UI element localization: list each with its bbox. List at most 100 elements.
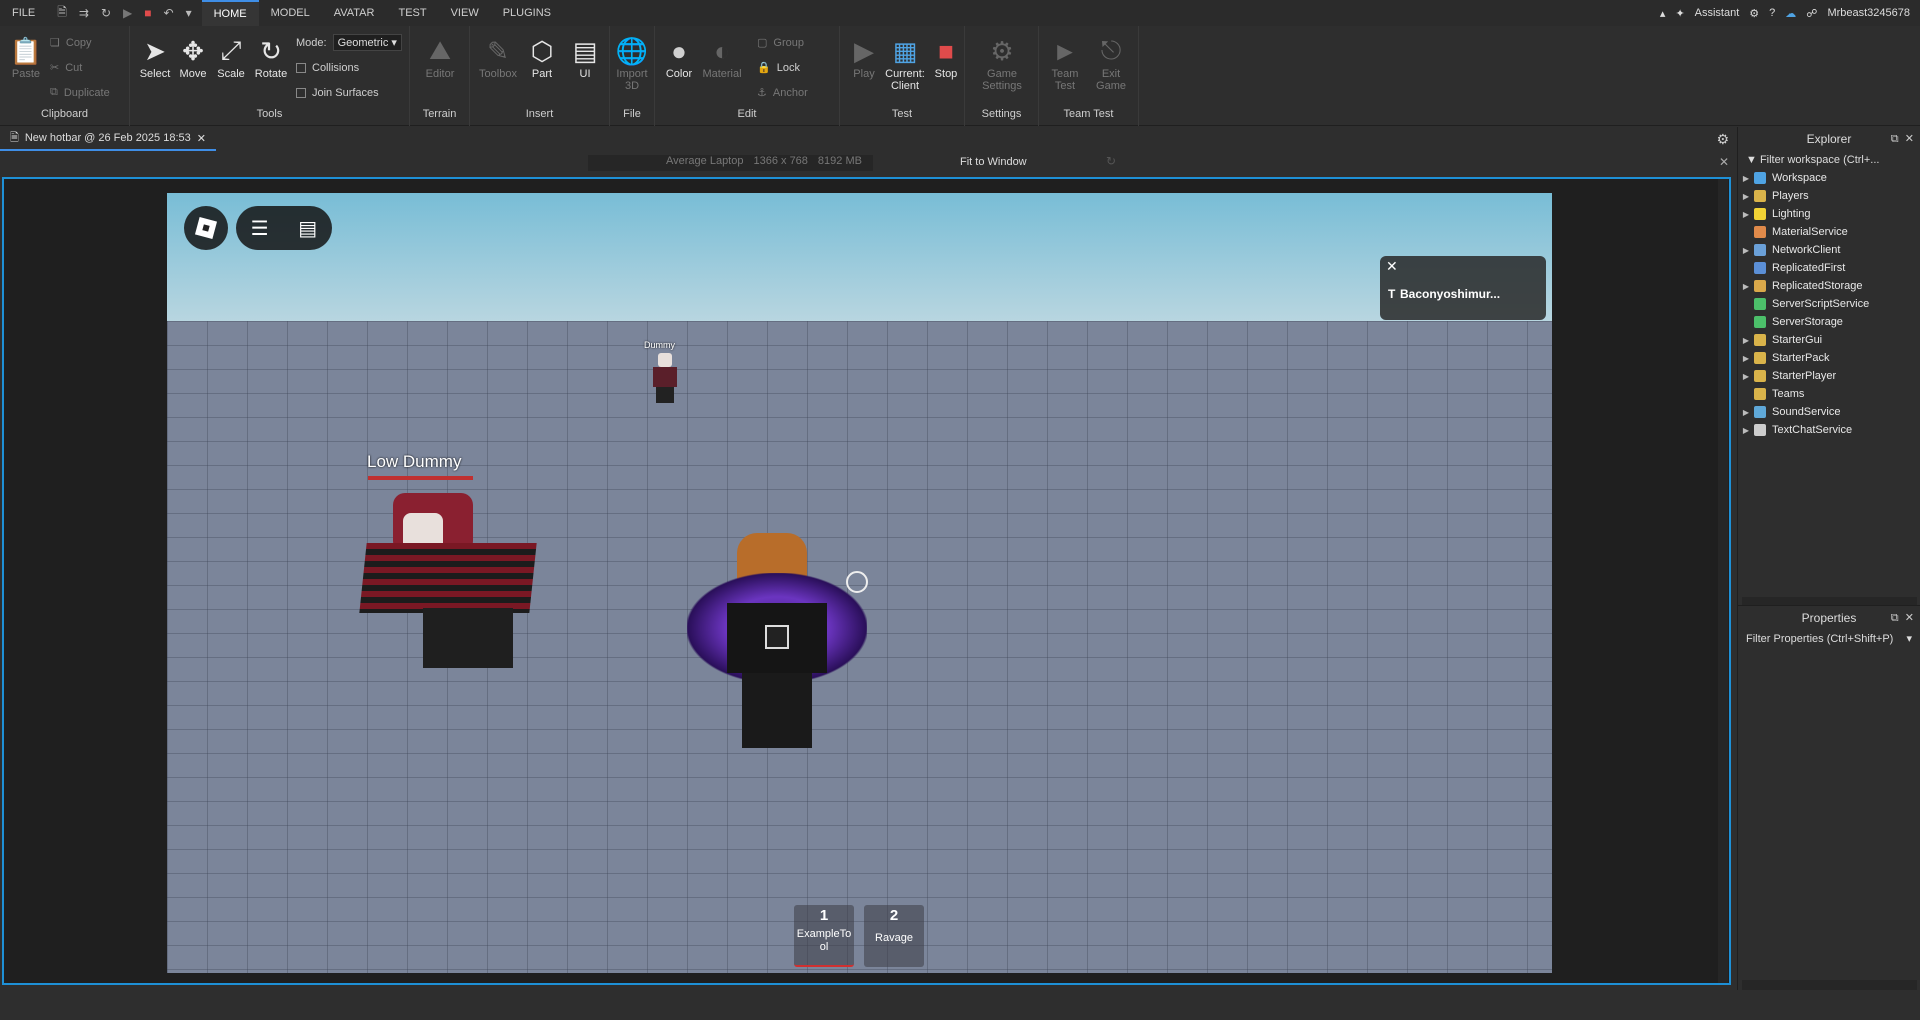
roblox-menu-button[interactable]	[184, 206, 228, 250]
undo-icon[interactable]: ↶	[164, 6, 174, 20]
expand-arrow-icon[interactable]: ▶	[1738, 282, 1754, 291]
join-surfaces-checkbox[interactable]	[296, 88, 306, 98]
import-3d-button[interactable]: 🌐 Import 3D	[610, 34, 654, 93]
document-tab[interactable]: 🗎 New hotbar @ 26 Feb 2025 18:53 ✕	[0, 127, 216, 151]
cut-button[interactable]: ✂ Cut	[50, 61, 82, 75]
explorer-item-lighting[interactable]: ▶ Lighting	[1738, 205, 1920, 223]
collisions-toggle[interactable]: Collisions	[296, 62, 359, 74]
viewport-scrollbar[interactable]	[1718, 179, 1728, 983]
expand-arrow-icon[interactable]: ▶	[1738, 174, 1754, 183]
rotate-device-icon[interactable]: ↻	[1106, 154, 1116, 168]
stop-icon[interactable]: ■	[144, 6, 151, 20]
expand-arrow-icon[interactable]: ▶	[1738, 246, 1754, 255]
material-button[interactable]: ◐ Material	[700, 34, 744, 81]
toast-close-icon[interactable]: ✕	[1386, 258, 1398, 275]
undock-icon[interactable]: ⧉	[1891, 612, 1899, 624]
tab-avatar[interactable]: AVATAR	[322, 0, 387, 26]
rotate-button[interactable]: ↻ Rotate	[249, 34, 293, 81]
expand-arrow-icon[interactable]: ▶	[1738, 192, 1754, 201]
explorer-item-replicatedfirst[interactable]: ReplicatedFirst	[1738, 259, 1920, 277]
bell-icon[interactable]: ⚙	[1749, 7, 1759, 20]
game-settings-button[interactable]: ⚙ Game Settings	[980, 34, 1024, 93]
sky	[167, 193, 1552, 323]
properties-filter-input[interactable]: Filter Properties (Ctrl+Shift+P) ▾	[1738, 630, 1920, 648]
close-icon[interactable]: ✕	[1905, 612, 1914, 624]
tab-model[interactable]: MODEL	[259, 0, 322, 26]
file-menu[interactable]: FILE	[0, 0, 47, 26]
properties-hscrollbar[interactable]	[1742, 980, 1917, 990]
close-icon[interactable]: ✕	[197, 132, 206, 145]
cloud-icon[interactable]: ☁	[1785, 7, 1796, 20]
tab-test[interactable]: TEST	[386, 0, 438, 26]
redo-icon[interactable]: ↻	[101, 6, 111, 20]
terrain-editor-button[interactable]: ⛰ Editor	[418, 34, 462, 80]
expand-arrow-icon[interactable]: ▶	[1738, 408, 1754, 417]
hamburger-menu-icon[interactable]: ☰	[251, 216, 269, 241]
explorer-item-serverscriptservice[interactable]: ServerScriptService	[1738, 295, 1920, 313]
settings-gear-icon[interactable]: ⚙	[1716, 131, 1729, 148]
collapse-icon[interactable]: ▴	[1660, 7, 1666, 20]
tab-home[interactable]: HOME	[201, 0, 259, 26]
explorer-item-teams[interactable]: Teams	[1738, 385, 1920, 403]
current-client-button[interactable]: ▦ Current: Client	[880, 34, 930, 93]
tab-plugins[interactable]: PLUGINS	[491, 0, 563, 26]
expand-arrow-icon[interactable]: ▶	[1738, 336, 1754, 345]
collisions-checkbox[interactable]	[296, 63, 306, 73]
new-file-icon[interactable]: 🗎	[57, 3, 67, 24]
explorer-item-workspace[interactable]: ▶ Workspace	[1738, 169, 1920, 187]
part-button[interactable]: ⬡ Part	[520, 34, 564, 81]
exit-game-button[interactable]: ⎋ Exit Game	[1089, 34, 1133, 92]
close-emulation-icon[interactable]: ✕	[1719, 155, 1729, 169]
dropdown-icon[interactable]: ▾	[186, 6, 192, 20]
explorer-item-materialservice[interactable]: MaterialService	[1738, 223, 1920, 241]
explorer-item-replicatedstorage[interactable]: ▶ ReplicatedStorage	[1738, 277, 1920, 295]
hotbar-slot-1[interactable]: 1 ExampleTool	[794, 905, 854, 967]
help-icon[interactable]: ?	[1769, 7, 1775, 19]
chevron-down-icon[interactable]: ▾	[1906, 630, 1912, 648]
explorer-item-players[interactable]: ▶ Players	[1738, 187, 1920, 205]
publish-icon[interactable]: ⇉	[79, 6, 89, 20]
expand-arrow-icon[interactable]: ▶	[1738, 426, 1754, 435]
toolbox-button[interactable]: ✎ Toolbox	[476, 34, 520, 81]
close-icon[interactable]: ✕	[1905, 133, 1914, 145]
hotbar-slot-2[interactable]: 2 Ravage	[864, 905, 924, 967]
explorer-item-starterplayer[interactable]: ▶ StarterPlayer	[1738, 367, 1920, 385]
ui-button[interactable]: ▤ UI	[563, 34, 607, 81]
explorer-item-starterpack[interactable]: ▶ StarterPack	[1738, 349, 1920, 367]
low-dummy-character[interactable]	[359, 483, 543, 673]
lock-button[interactable]: 🔒 Lock	[757, 61, 800, 75]
service-icon	[1754, 262, 1766, 274]
chat-icon[interactable]: ▤	[298, 216, 317, 241]
device-selector[interactable]: Average Laptop 1366 x 768 8192 MB	[588, 155, 873, 171]
expand-arrow-icon[interactable]: ▶	[1738, 354, 1754, 363]
player-character[interactable]	[687, 533, 867, 748]
paste-button[interactable]: 📋 Paste	[4, 34, 48, 81]
explorer-item-soundservice[interactable]: ▶ SoundService	[1738, 403, 1920, 421]
explorer-filter-input[interactable]: ▼ Filter workspace (Ctrl+...	[1738, 151, 1920, 169]
duplicate-button[interactable]: ⧉ Duplicate	[50, 86, 110, 99]
share-icon[interactable]: ☍	[1806, 7, 1817, 20]
assistant-button[interactable]: Assistant	[1695, 7, 1740, 19]
group-button[interactable]: ▢ Group	[757, 36, 804, 50]
scale-button[interactable]: ⤢ Scale	[209, 34, 253, 80]
explorer-item-networkclient[interactable]: ▶ NetworkClient	[1738, 241, 1920, 259]
expand-arrow-icon[interactable]: ▶	[1738, 210, 1754, 219]
color-button[interactable]: ● Color	[657, 34, 701, 81]
join-surfaces-toggle[interactable]: Join Surfaces	[296, 87, 379, 99]
explorer-item-textchatservice[interactable]: ▶ TextChatService	[1738, 421, 1920, 439]
tab-view[interactable]: VIEW	[439, 0, 491, 26]
stop-button[interactable]: ■ Stop	[924, 34, 968, 81]
username[interactable]: Mrbeast3245678	[1827, 7, 1910, 19]
undock-icon[interactable]: ⧉	[1891, 133, 1899, 145]
explorer-item-serverstorage[interactable]: ServerStorage	[1738, 313, 1920, 331]
copy-button[interactable]: ❏ Copy	[50, 36, 92, 50]
play-icon[interactable]: ▶	[123, 6, 132, 20]
team-test-button[interactable]: ► Team Test	[1043, 34, 1087, 93]
explorer-item-startergui[interactable]: ▶ StarterGui	[1738, 331, 1920, 349]
game-view[interactable]: ☰ ▤ ✕ T Baconyoshimur... Dummy Low Dummy…	[167, 193, 1552, 973]
far-dummy[interactable]	[647, 353, 683, 405]
anchor-button[interactable]: ⚓ Anchor	[757, 86, 808, 100]
fit-to-window-dropdown[interactable]: Fit to Window	[960, 156, 1027, 168]
expand-arrow-icon[interactable]: ▶	[1738, 372, 1754, 381]
mode-dropdown[interactable]: Geometric ▾	[332, 34, 402, 51]
